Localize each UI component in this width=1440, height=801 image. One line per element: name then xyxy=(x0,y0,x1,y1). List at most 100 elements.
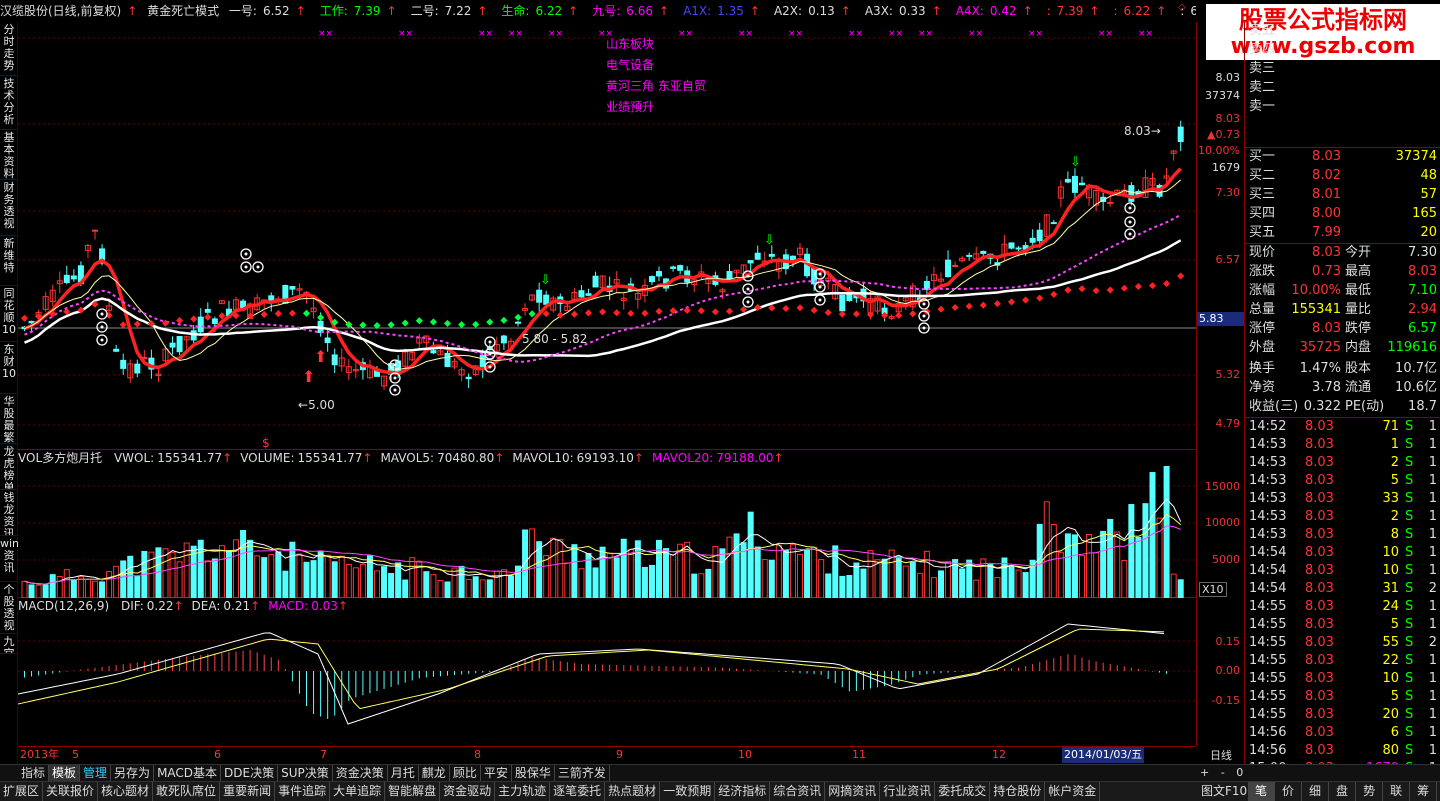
diamond-marker xyxy=(190,315,198,323)
left-tab-5[interactable]: 同花顺10 xyxy=(0,286,18,342)
macd-indicator-name[interactable]: MACD(12,26,9) xyxy=(18,599,109,613)
global-tab-3[interactable]: 敢死队席位 xyxy=(153,782,221,801)
global-tab-16[interactable]: 行业资讯 xyxy=(880,782,936,801)
global-tab-18[interactable]: 持仓股份 xyxy=(990,782,1046,801)
left-tab-2[interactable]: 基本资料 xyxy=(0,130,18,180)
zoom-out-button[interactable]: - xyxy=(1221,766,1225,779)
macd-value-label: MACD: xyxy=(268,599,309,613)
global-tab-19[interactable]: 帐户资金 xyxy=(1045,782,1101,801)
global-tab-6[interactable]: 大单追踪 xyxy=(330,782,386,801)
global-tab-5[interactable]: 事件追踪 xyxy=(275,782,331,801)
signal-dot xyxy=(488,352,492,356)
macd-chart[interactable] xyxy=(17,614,1196,746)
global-tab-0[interactable]: 扩展区 xyxy=(0,782,44,801)
tick-volume: 20 xyxy=(1382,707,1399,722)
collapse-icon[interactable]: ◇ xyxy=(1178,2,1186,13)
date-axis: 2013年 5 6 7 8 9 10 11 12 2014/01/03/五 xyxy=(18,746,1196,763)
sell-level-row[interactable]: 卖一 xyxy=(1245,98,1440,116)
global-tab-10[interactable]: 逐笔委托 xyxy=(550,782,606,801)
diamond-marker xyxy=(852,310,860,318)
left-tab-8[interactable]: 龙虎榜单 xyxy=(0,444,18,490)
indicator-tab-10[interactable]: 顾比 xyxy=(450,765,481,781)
global-tab-11[interactable]: 热点题材 xyxy=(605,782,661,801)
volume-value-4: MAVOL20: 79188.00↑ xyxy=(652,451,784,465)
period-label[interactable]: 日线 xyxy=(1198,747,1244,763)
indicator-value-5: A1X: 1.35 ↑ xyxy=(683,4,766,18)
indicator-tab-1[interactable]: 模板 xyxy=(49,765,81,781)
diamond-marker xyxy=(965,302,973,310)
indicator-tab-9[interactable]: 麒龙 xyxy=(419,765,450,781)
volume-chart-svg[interactable] xyxy=(18,463,1196,599)
right-tab-3[interactable]: 盘 xyxy=(1329,782,1357,801)
right-tab-4[interactable]: 势 xyxy=(1356,782,1384,801)
tick-price: 8.03 xyxy=(1305,437,1334,452)
sell-level-row[interactable]: 卖五 xyxy=(1245,22,1440,40)
left-tab-11[interactable]: 个股透视 xyxy=(0,582,18,634)
volume-chart[interactable] xyxy=(18,463,1196,599)
indicator-tab-4[interactable]: MACD基本 xyxy=(154,765,222,781)
indicator-tab-2[interactable]: 管理 xyxy=(80,765,112,781)
global-tab-12[interactable]: 一致预期 xyxy=(660,782,716,801)
global-tab-17[interactable]: 委托成交 xyxy=(935,782,991,801)
global-tab-7[interactable]: 智能解盘 xyxy=(385,782,441,801)
right-tab-2[interactable]: 细 xyxy=(1302,782,1330,801)
volume-bar xyxy=(465,579,472,599)
left-tab-10[interactable]: wind资讯 xyxy=(0,536,18,582)
left-tab-6[interactable]: 东财10 xyxy=(0,342,18,394)
global-tab-8[interactable]: 资金驱动 xyxy=(440,782,496,801)
indicator-tab-12[interactable]: 股保华 xyxy=(512,765,555,781)
macd-chart-svg[interactable] xyxy=(17,614,1196,746)
indicator-value-number: 7.39 xyxy=(353,4,381,18)
zoom-in-button[interactable]: + xyxy=(1200,766,1209,779)
tick-side: S xyxy=(1405,455,1414,470)
left-tab-3[interactable]: 财务透视 xyxy=(0,180,18,236)
signal-dot xyxy=(1128,232,1132,236)
indicator-tab-8[interactable]: 月托 xyxy=(388,765,419,781)
global-tab-9[interactable]: 主力轨迹 xyxy=(495,782,551,801)
global-tab-4[interactable]: 重要新闻 xyxy=(220,782,276,801)
diamond-marker xyxy=(937,305,945,313)
indicator-tab-7[interactable]: 资金决策 xyxy=(333,765,388,781)
buy-level-row[interactable]: 买一 8.03 37374 xyxy=(1245,148,1440,166)
left-tab-0[interactable]: 分时走势 xyxy=(0,22,18,76)
axis-7-30: 7.30 xyxy=(1215,186,1241,199)
indicator-tab-11[interactable]: 平安 xyxy=(481,765,512,781)
indicator-tab-3[interactable]: 另存为 xyxy=(111,765,155,781)
sell-level-row[interactable]: 卖三 xyxy=(1245,60,1440,78)
buy-level-row[interactable]: 买四 8.00 165 xyxy=(1245,205,1440,223)
right-tab-6[interactable]: 筹 xyxy=(1410,782,1438,801)
left-tab-12[interactable]: 九宫图 xyxy=(0,634,18,654)
right-tab-0[interactable]: 笔 xyxy=(1248,782,1276,801)
tick-volume: 10 xyxy=(1382,671,1399,686)
buy-level-row[interactable]: 买二 8.02 48 xyxy=(1245,167,1440,185)
indicator-tab-0[interactable]: 指标 xyxy=(18,765,50,781)
left-tab-9[interactable]: 钱龙资讯 xyxy=(0,490,18,536)
left-tab-7[interactable]: 华股最繁 xyxy=(0,394,18,444)
volume-indicator-name[interactable]: VOL多方炮月托 xyxy=(18,451,102,465)
global-tab-1[interactable]: 关联报价 xyxy=(43,782,99,801)
zoom-reset-button[interactable]: 0 xyxy=(1236,766,1243,779)
volume-bar xyxy=(627,548,634,599)
buy-level-row[interactable]: 买三 8.01 57 xyxy=(1245,186,1440,204)
global-tab-20[interactable]: 图文F10 xyxy=(1198,782,1252,801)
left-tab-1[interactable]: 技术分析 xyxy=(0,76,18,130)
global-tab-15[interactable]: 网摘资讯 xyxy=(825,782,881,801)
global-tab-14[interactable]: 综合资讯 xyxy=(770,782,826,801)
indicator-tab-6[interactable]: SUP决策 xyxy=(278,765,333,781)
indicator-value-label: 工作: xyxy=(319,4,348,18)
buy-level-row[interactable]: 买五 7.99 20 xyxy=(1245,224,1440,242)
volume-value-label: MAVOL20: xyxy=(651,451,714,465)
global-tab-13[interactable]: 经济指标 xyxy=(715,782,771,801)
indicator-tab-5[interactable]: DDE决策 xyxy=(221,765,279,781)
stock-title[interactable]: 汉缆股份(日线,前复权) xyxy=(0,4,121,18)
left-tab-4[interactable]: 新维特 xyxy=(0,236,18,286)
volume-header: VOL多方炮月托 VWOL: 155341.77↑ VOLUME: 155341.77… xyxy=(18,450,1196,466)
global-tab-2[interactable]: 核心题材 xyxy=(98,782,154,801)
sell-level-row[interactable]: 卖四 xyxy=(1245,41,1440,59)
indicator-name[interactable]: 黄金死亡模式 xyxy=(147,4,219,18)
right-tab-1[interactable]: 价 xyxy=(1275,782,1303,801)
indicator-tab-13[interactable]: 三箭齐发 xyxy=(555,765,610,781)
right-tab-5[interactable]: 联 xyxy=(1383,782,1411,801)
diamond-marker xyxy=(472,320,480,328)
sell-level-row[interactable]: 卖二 xyxy=(1245,79,1440,97)
